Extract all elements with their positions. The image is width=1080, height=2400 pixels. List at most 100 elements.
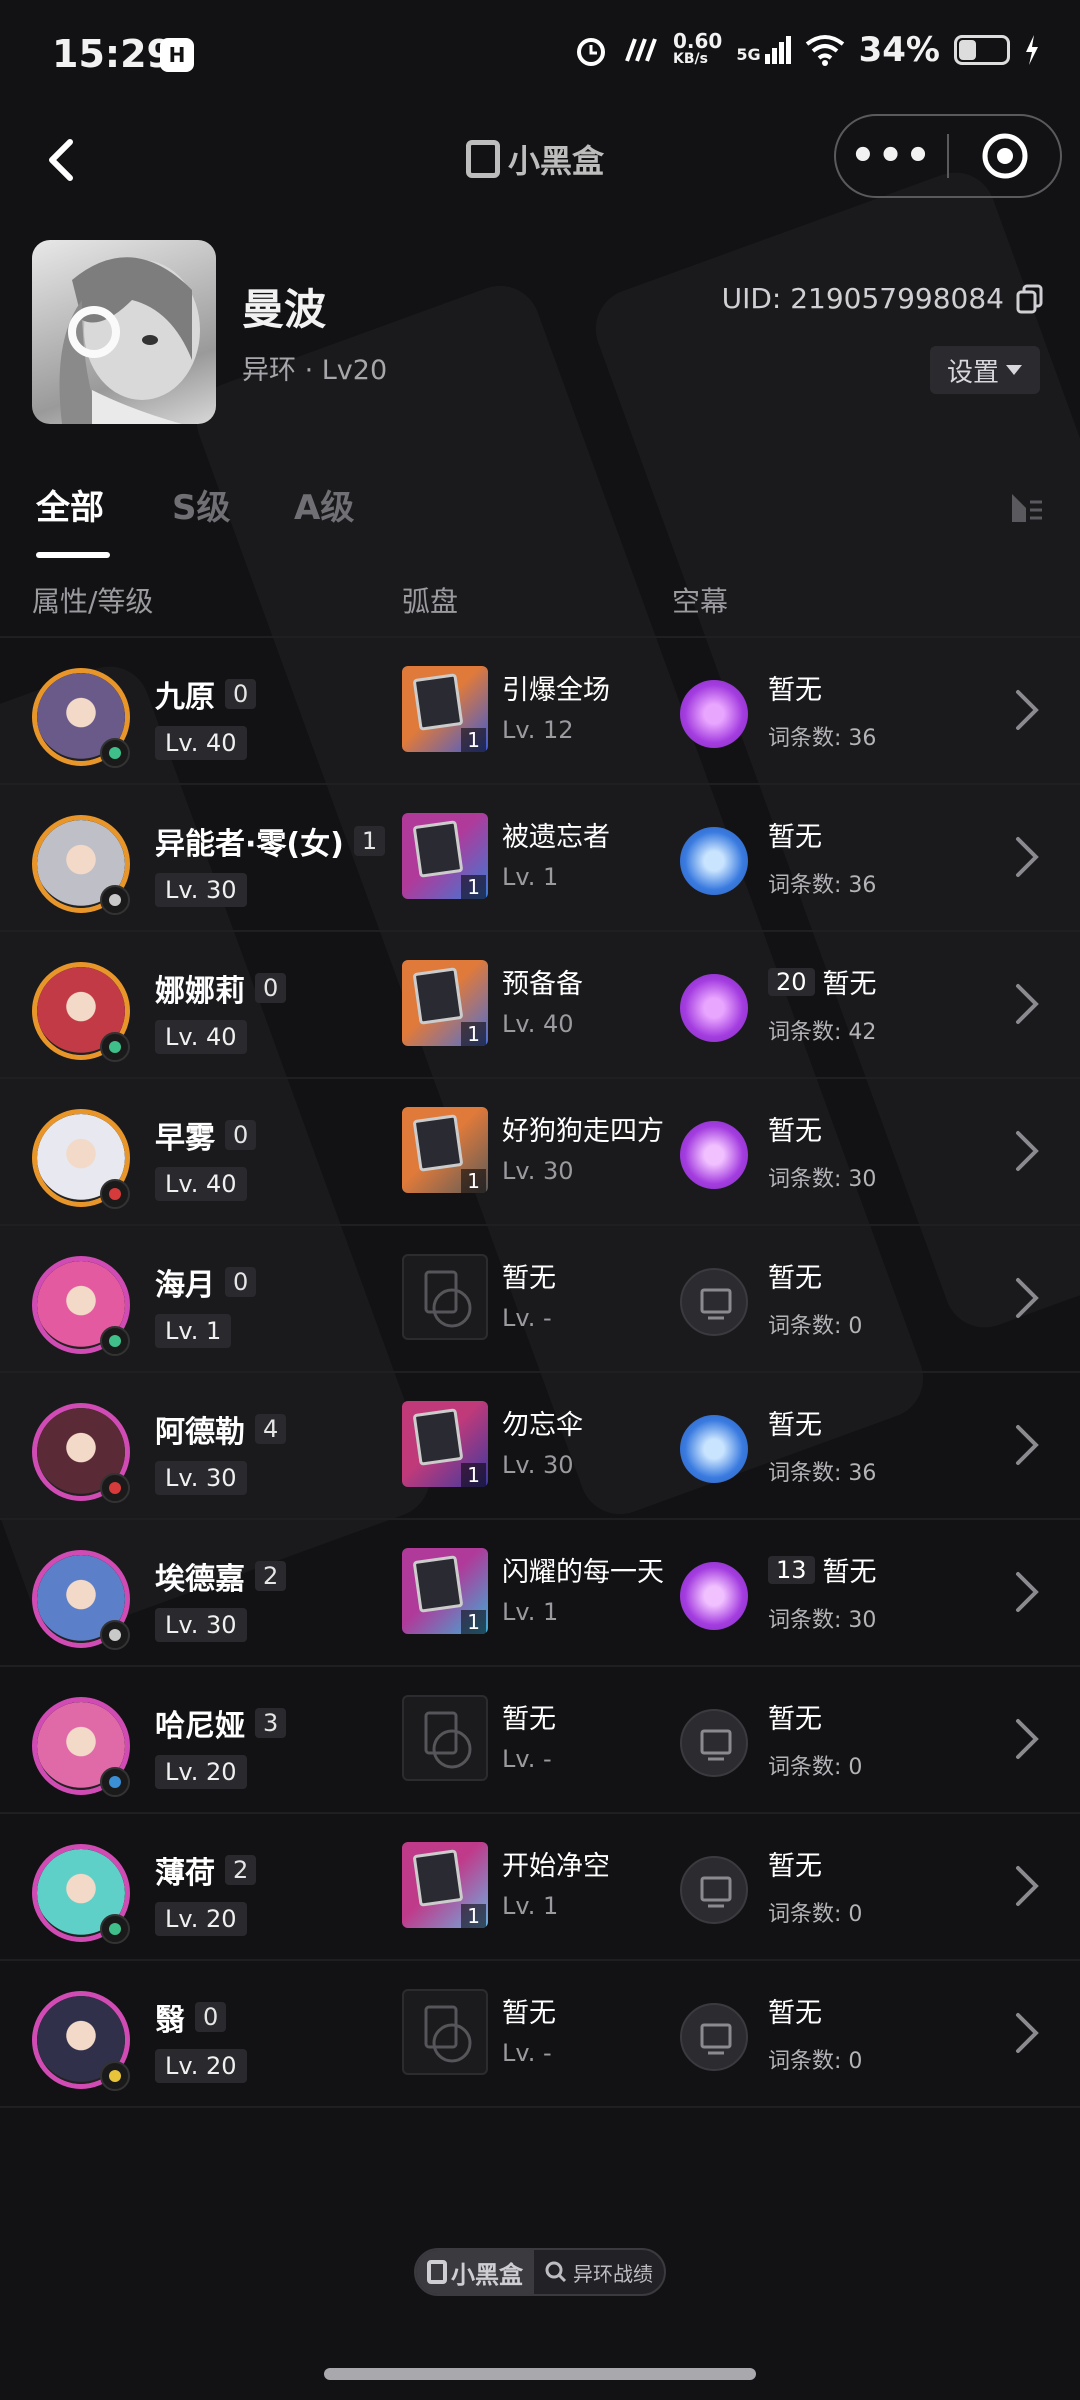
chevron-right-icon[interactable]	[1012, 2011, 1042, 2055]
col-disc: 弧盘	[402, 585, 459, 618]
character-name-row: 哈尼娅 3	[155, 1701, 287, 1745]
sort-filter-icon[interactable]	[1006, 488, 1046, 528]
chevron-right-icon[interactable]	[1012, 982, 1042, 1026]
character-row[interactable]: 阿德勒 4 Lv. 30 1 勿忘伞 Lv. 30 暂无 词条数: 36	[0, 1373, 1080, 1520]
status-bar: 15:29 H 0.60 KB/s 5G 34%	[0, 0, 1080, 110]
disc-image: 1	[402, 960, 488, 1046]
chevron-right-icon[interactable]	[1012, 1423, 1042, 1467]
sky-name: 暂无	[768, 1263, 822, 1294]
character-name-row: 翳 0	[155, 1995, 227, 2039]
sky-name-row: 暂无	[768, 1991, 822, 2030]
disc-name: 暂无	[502, 1704, 556, 1735]
user-avatar[interactable]	[32, 240, 216, 424]
column-header: 属性/等级 弧盘 空幕	[32, 580, 1052, 640]
constellation-count: 0	[225, 679, 257, 709]
disc-refine-badge: 1	[461, 1610, 486, 1634]
sky-curtain-icon	[680, 1121, 748, 1189]
back-icon[interactable]	[36, 132, 92, 188]
character-name-row: 阿德勒 4	[155, 1407, 287, 1451]
tier-tabs: 全部 S级 A级	[36, 480, 1046, 560]
sky-name: 暂无	[822, 969, 877, 1000]
sky-name-row: 暂无	[768, 1256, 822, 1295]
character-name-row: 早雾 0	[155, 1113, 257, 1157]
sky-curtain-icon	[680, 1415, 748, 1483]
character-row[interactable]: 翳 0 Lv. 20 暂无 Lv. - 暂无 词条数: 0	[0, 1961, 1080, 2108]
character-level: Lv. 40	[155, 726, 247, 760]
col-attr-level: 属性/等级	[32, 585, 154, 618]
tab-all[interactable]: 全部	[36, 480, 104, 529]
sky-name-row: 暂无	[768, 1109, 822, 1148]
logo-mark-icon	[466, 140, 500, 178]
sky-empty-icon	[680, 1709, 748, 1777]
settings-dropdown[interactable]: 设置	[930, 346, 1040, 394]
character-row[interactable]: 娜娜莉 0 Lv. 40 1 预备备 Lv. 40 20 暂无 词条数: 42	[0, 932, 1080, 1079]
character-level: Lv. 20	[155, 2049, 247, 2083]
disc-name: 开始净空	[502, 1851, 610, 1882]
chevron-right-icon[interactable]	[1012, 1864, 1042, 1908]
character-name: 早雾	[155, 1121, 215, 1156]
element-icon	[100, 885, 130, 915]
sky-name-row: 20 暂无	[768, 962, 877, 1001]
character-name: 薄荷	[155, 1856, 215, 1891]
tab-a-rank[interactable]: A级	[294, 480, 354, 529]
copy-icon[interactable]	[1016, 284, 1044, 314]
home-indicator[interactable]	[324, 2368, 756, 2380]
disc-empty-icon	[402, 1695, 488, 1781]
character-row[interactable]: 异能者·零(女) 1 Lv. 30 1 被遗忘者 Lv. 1 暂无 词条数: 3…	[0, 785, 1080, 932]
chevron-right-icon[interactable]	[1012, 1717, 1042, 1761]
more-menu-button[interactable]: •••	[836, 116, 947, 196]
chevron-right-icon[interactable]	[1012, 1276, 1042, 1320]
sky-name: 暂无	[768, 1410, 822, 1441]
element-icon	[100, 1179, 130, 1209]
character-row[interactable]: 薄荷 2 Lv. 20 1 开始净空 Lv. 1 暂无 词条数: 0	[0, 1814, 1080, 1961]
settings-label: 设置	[946, 357, 999, 388]
sky-empty-icon	[680, 1268, 748, 1336]
sky-name-row: 暂无	[768, 1844, 822, 1883]
close-mini-program-button[interactable]	[949, 131, 1060, 181]
uid-text: UID: 219057998084	[721, 282, 1004, 315]
user-name: 曼波	[242, 285, 327, 334]
disc-image: 1	[402, 666, 488, 752]
character-level: Lv. 40	[155, 1167, 247, 1201]
disc-image: 1	[402, 1548, 488, 1634]
character-row[interactable]: 九原 0 Lv. 40 1 引爆全场 Lv. 12 暂无 词条数: 36	[0, 638, 1080, 785]
disc-image: 1	[402, 813, 488, 899]
signal-icon: 5G	[736, 36, 791, 64]
alarm-icon	[576, 38, 605, 66]
character-row[interactable]: 海月 0 Lv. 1 暂无 Lv. - 暂无 词条数: 0	[0, 1226, 1080, 1373]
sky-name: 暂无	[768, 1851, 822, 1882]
chevron-right-icon[interactable]	[1012, 1129, 1042, 1173]
disc-refine-badge: 1	[461, 728, 486, 752]
character-name-row: 海月 0	[155, 1260, 257, 1304]
mini-program-capsule: •••	[834, 114, 1062, 198]
disc-refine-badge: 1	[461, 1022, 486, 1046]
sky-name: 暂无	[768, 1116, 822, 1147]
character-row[interactable]: 早雾 0 Lv. 40 1 好狗狗走四方 Lv. 30 暂无 词条数: 30	[0, 1079, 1080, 1226]
avatar-image	[59, 257, 200, 424]
chevron-right-icon[interactable]	[1012, 688, 1042, 732]
sky-curtain-icon	[680, 974, 748, 1042]
footer-brand-text: 小黑盒	[451, 2260, 523, 2289]
sky-name: 暂无	[822, 1557, 877, 1588]
sky-name-row: 暂无	[768, 668, 822, 707]
disc-refine-badge: 1	[461, 875, 486, 899]
element-icon	[100, 1326, 130, 1356]
disc-empty-icon	[402, 1254, 488, 1340]
constellation-count: 0	[225, 1120, 257, 1150]
sky-entry-count: 词条数: 0	[768, 1902, 863, 1927]
character-row[interactable]: 哈尼娅 3 Lv. 20 暂无 Lv. - 暂无 词条数: 0	[0, 1667, 1080, 1814]
disc-refine-badge: 1	[461, 1463, 486, 1487]
character-row[interactable]: 埃德嘉 2 Lv. 30 1 闪耀的每一天 Lv. 1 13 暂无 词条数: 3…	[0, 1520, 1080, 1667]
character-name: 翳	[155, 2003, 185, 2038]
search-icon	[545, 2261, 567, 2283]
network-speed-unit: KB/s	[672, 51, 708, 67]
app-logo: 小黑盒	[466, 136, 604, 182]
chevron-right-icon[interactable]	[1012, 835, 1042, 879]
constellation-count: 0	[225, 1267, 257, 1297]
tab-s-rank[interactable]: S级	[172, 480, 231, 529]
constellation-count: 2	[225, 1855, 257, 1885]
footer-label-wrap: 异环战绩	[534, 2258, 664, 2287]
chevron-right-icon[interactable]	[1012, 1570, 1042, 1614]
disc-image: 1	[402, 1401, 488, 1487]
sky-name: 暂无	[768, 675, 822, 706]
